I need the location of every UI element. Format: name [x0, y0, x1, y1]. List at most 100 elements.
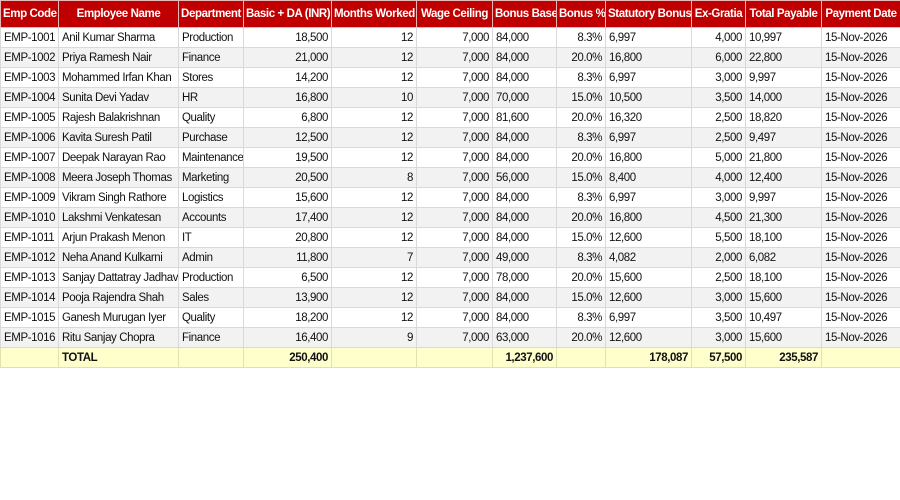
cell-bonus-base[interactable]: 84,000	[492, 227, 557, 248]
cell-bonus-base[interactable]: 84,000	[492, 147, 557, 168]
cell-payment-date[interactable]: 15-Nov-2026	[821, 307, 900, 328]
cell-basic-da[interactable]: 21,000	[243, 47, 332, 68]
cell-payment-date[interactable]: 15-Nov-2026	[821, 87, 900, 108]
cell-department[interactable]: Marketing	[178, 167, 244, 188]
cell-payment-date[interactable]: 15-Nov-2026	[821, 287, 900, 308]
cell-statutory-bonus[interactable]: 15,600	[605, 267, 692, 288]
col-header-ex-gratia[interactable]: Ex-Gratia	[691, 0, 746, 28]
cell-ex-gratia[interactable]: 4,500	[691, 207, 746, 228]
cell-emp-code[interactable]: EMP-1010	[0, 207, 59, 228]
cell-basic-da[interactable]: 6,500	[243, 267, 332, 288]
cell-bonus-base[interactable]: 84,000	[492, 127, 557, 148]
cell-payment-date[interactable]: 15-Nov-2026	[821, 187, 900, 208]
cell-bonus-base[interactable]: 84,000	[492, 287, 557, 308]
cell-months-worked[interactable]: 10	[331, 87, 417, 108]
cell-payment-date[interactable]: 15-Nov-2026	[821, 127, 900, 148]
cell-months-worked[interactable]: 12	[331, 267, 417, 288]
cell-total-payable[interactable]: 18,100	[745, 227, 822, 248]
cell-total-payable[interactable]: 22,800	[745, 47, 822, 68]
cell-emp-code[interactable]: EMP-1009	[0, 187, 59, 208]
cell-statutory-bonus[interactable]: 6,997	[605, 187, 692, 208]
cell-wage-ceiling[interactable]: 7,000	[416, 227, 493, 248]
cell-bonus-percent[interactable]: 8.3%	[556, 127, 606, 148]
cell-basic-da[interactable]: 16,800	[243, 87, 332, 108]
col-header-basic-da[interactable]: Basic + DA (INR)	[243, 0, 332, 28]
cell-department[interactable]: HR	[178, 87, 244, 108]
cell-basic-da[interactable]: 15,600	[243, 187, 332, 208]
cell-total-payable[interactable]: 10,997	[745, 27, 822, 48]
cell-basic-da[interactable]: 12,500	[243, 127, 332, 148]
cell-employee-name[interactable]: Anil Kumar Sharma	[58, 27, 179, 48]
cell-department[interactable]: Maintenance	[178, 147, 244, 168]
cell-statutory-bonus[interactable]: 4,082	[605, 247, 692, 268]
cell-total-payable[interactable]: 18,820	[745, 107, 822, 128]
total-bonus-base[interactable]: 1,237,600	[492, 347, 557, 368]
cell-total-payable[interactable]: 15,600	[745, 327, 822, 348]
cell-emp-code[interactable]: EMP-1011	[0, 227, 59, 248]
cell-employee-name[interactable]: Kavita Suresh Patil	[58, 127, 179, 148]
cell-ex-gratia[interactable]: 5,000	[691, 147, 746, 168]
cell-wage-ceiling[interactable]: 7,000	[416, 47, 493, 68]
cell-wage-ceiling[interactable]: 7,000	[416, 87, 493, 108]
cell-payment-date[interactable]: 15-Nov-2026	[821, 247, 900, 268]
cell-payment-date[interactable]: 15-Nov-2026	[821, 207, 900, 228]
cell-department[interactable]: Sales	[178, 287, 244, 308]
cell-total-payable[interactable]: 18,100	[745, 267, 822, 288]
cell-payment-date[interactable]: 15-Nov-2026	[821, 227, 900, 248]
cell-bonus-percent[interactable]: 20.0%	[556, 47, 606, 68]
cell-department[interactable]: Finance	[178, 327, 244, 348]
total-cell-wage-ceiling[interactable]	[416, 347, 493, 368]
cell-months-worked[interactable]: 12	[331, 287, 417, 308]
cell-department[interactable]: Admin	[178, 247, 244, 268]
cell-wage-ceiling[interactable]: 7,000	[416, 27, 493, 48]
cell-ex-gratia[interactable]: 3,000	[691, 187, 746, 208]
cell-wage-ceiling[interactable]: 7,000	[416, 167, 493, 188]
cell-emp-code[interactable]: EMP-1014	[0, 287, 59, 308]
col-header-emp-code[interactable]: Emp Code	[0, 0, 59, 28]
cell-bonus-percent[interactable]: 15.0%	[556, 287, 606, 308]
cell-basic-da[interactable]: 6,800	[243, 107, 332, 128]
cell-bonus-base[interactable]: 49,000	[492, 247, 557, 268]
cell-payment-date[interactable]: 15-Nov-2026	[821, 267, 900, 288]
cell-bonus-percent[interactable]: 8.3%	[556, 187, 606, 208]
cell-department[interactable]: Quality	[178, 107, 244, 128]
cell-bonus-percent[interactable]: 20.0%	[556, 147, 606, 168]
cell-months-worked[interactable]: 8	[331, 167, 417, 188]
cell-ex-gratia[interactable]: 3,000	[691, 67, 746, 88]
cell-bonus-percent[interactable]: 15.0%	[556, 167, 606, 188]
total-statutory-bonus[interactable]: 178,087	[605, 347, 692, 368]
cell-emp-code[interactable]: EMP-1004	[0, 87, 59, 108]
cell-ex-gratia[interactable]: 4,000	[691, 27, 746, 48]
cell-wage-ceiling[interactable]: 7,000	[416, 147, 493, 168]
cell-payment-date[interactable]: 15-Nov-2026	[821, 107, 900, 128]
cell-statutory-bonus[interactable]: 12,600	[605, 227, 692, 248]
cell-emp-code[interactable]: EMP-1002	[0, 47, 59, 68]
cell-emp-code[interactable]: EMP-1006	[0, 127, 59, 148]
cell-total-payable[interactable]: 12,400	[745, 167, 822, 188]
cell-emp-code[interactable]: EMP-1015	[0, 307, 59, 328]
cell-statutory-bonus[interactable]: 6,997	[605, 127, 692, 148]
cell-bonus-base[interactable]: 84,000	[492, 27, 557, 48]
cell-payment-date[interactable]: 15-Nov-2026	[821, 47, 900, 68]
cell-wage-ceiling[interactable]: 7,000	[416, 107, 493, 128]
cell-ex-gratia[interactable]: 6,000	[691, 47, 746, 68]
cell-bonus-base[interactable]: 84,000	[492, 47, 557, 68]
col-header-months-worked[interactable]: Months Worked	[331, 0, 417, 28]
cell-bonus-base[interactable]: 84,000	[492, 67, 557, 88]
cell-department[interactable]: Accounts	[178, 207, 244, 228]
cell-basic-da[interactable]: 17,400	[243, 207, 332, 228]
cell-employee-name[interactable]: Lakshmi Venkatesan	[58, 207, 179, 228]
cell-bonus-percent[interactable]: 15.0%	[556, 87, 606, 108]
cell-ex-gratia[interactable]: 2,500	[691, 107, 746, 128]
cell-wage-ceiling[interactable]: 7,000	[416, 127, 493, 148]
cell-emp-code[interactable]: EMP-1001	[0, 27, 59, 48]
cell-department[interactable]: Finance	[178, 47, 244, 68]
cell-wage-ceiling[interactable]: 7,000	[416, 287, 493, 308]
cell-department[interactable]: Stores	[178, 67, 244, 88]
cell-ex-gratia[interactable]: 2,000	[691, 247, 746, 268]
total-basic-da[interactable]: 250,400	[243, 347, 332, 368]
cell-statutory-bonus[interactable]: 12,600	[605, 327, 692, 348]
cell-ex-gratia[interactable]: 5,500	[691, 227, 746, 248]
cell-months-worked[interactable]: 12	[331, 47, 417, 68]
cell-department[interactable]: Logistics	[178, 187, 244, 208]
